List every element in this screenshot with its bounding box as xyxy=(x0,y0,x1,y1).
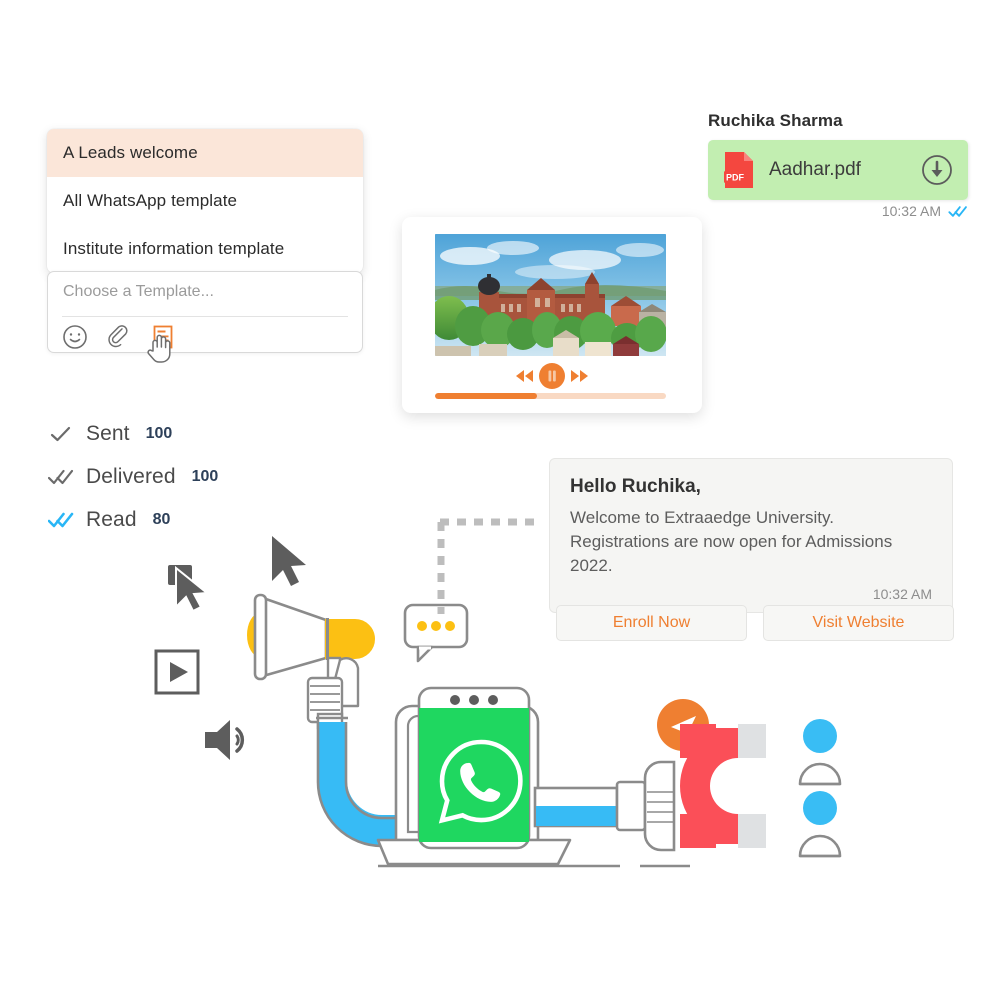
message-timestamp: 10:32 AM xyxy=(881,203,941,219)
pdf-message-meta: 10:32 AM xyxy=(708,203,968,219)
pdf-file-icon: PDF xyxy=(724,152,753,188)
hand-pointer-cursor-icon xyxy=(147,334,171,363)
media-preview-card[interactable] xyxy=(402,217,702,413)
megaphone-icon xyxy=(247,593,375,730)
cursor-arrow-icon xyxy=(272,536,306,586)
message-title: Hello Ruchika, xyxy=(570,476,701,497)
dashed-frame-icon xyxy=(437,518,542,614)
attachment-icon[interactable] xyxy=(106,324,132,350)
stat-value: 100 xyxy=(145,424,173,442)
dropdown-item-label: All WhatsApp template xyxy=(63,191,238,210)
rewind-icon[interactable] xyxy=(515,369,534,383)
stat-row-delivered: Delivered 100 xyxy=(48,455,218,498)
screenshot-canvas: A Leads welcome All WhatsApp template In… xyxy=(0,0,1000,1000)
whatsapp-phone-icon xyxy=(417,686,531,850)
dropdown-item-label: Institute information template xyxy=(63,239,285,258)
typing-bubble-icon xyxy=(403,603,469,663)
svg-text:PDF: PDF xyxy=(726,173,745,183)
dropdown-item-institute-information-template[interactable]: Institute information template xyxy=(47,225,363,273)
media-controls xyxy=(402,363,702,389)
speaker-icon xyxy=(205,720,245,760)
magnet-connector-icon xyxy=(533,760,676,852)
pdf-file-name: Aadhar.pdf xyxy=(769,159,861,180)
emoji-icon[interactable] xyxy=(62,324,88,350)
stat-value: 100 xyxy=(191,467,219,485)
pdf-message-bubble[interactable]: PDF Aadhar.pdf xyxy=(708,140,968,200)
single-check-icon xyxy=(50,426,71,441)
forward-icon[interactable] xyxy=(570,369,589,383)
stat-label: Read xyxy=(86,507,137,531)
template-search-input[interactable]: Choose a Template... xyxy=(63,283,214,301)
play-button-icon xyxy=(154,649,200,695)
double-check-icon xyxy=(948,205,967,217)
user-avatar-icon xyxy=(798,791,842,858)
dropdown-item-label: A Leads welcome xyxy=(63,143,198,162)
stat-label: Delivered xyxy=(86,464,176,488)
download-icon[interactable] xyxy=(921,154,953,186)
media-progress-bar[interactable] xyxy=(435,393,666,399)
campus-photo xyxy=(435,234,666,356)
chat-sender-name: Ruchika Sharma xyxy=(708,111,843,130)
media-progress-fill xyxy=(435,393,537,399)
template-composer[interactable]: Choose a Template... xyxy=(47,271,363,353)
whatsapp-marketing-illustration xyxy=(154,518,842,868)
composer-divider xyxy=(62,316,348,317)
dropdown-item-all-whatsapp-template[interactable]: All WhatsApp template xyxy=(47,177,363,225)
stat-label: Sent xyxy=(86,421,130,445)
dropdown-item-a-leads-welcome[interactable]: A Leads welcome xyxy=(47,129,363,177)
cursor-click-icon xyxy=(168,565,210,613)
double-check-icon xyxy=(48,512,74,527)
template-dropdown-list[interactable]: A Leads welcome All WhatsApp template In… xyxy=(47,129,363,273)
user-avatar-icon xyxy=(798,719,842,786)
magnet-icon xyxy=(680,724,766,848)
double-check-icon xyxy=(48,469,74,484)
pause-icon[interactable] xyxy=(539,363,565,389)
stat-row-sent: Sent 100 xyxy=(48,412,218,455)
